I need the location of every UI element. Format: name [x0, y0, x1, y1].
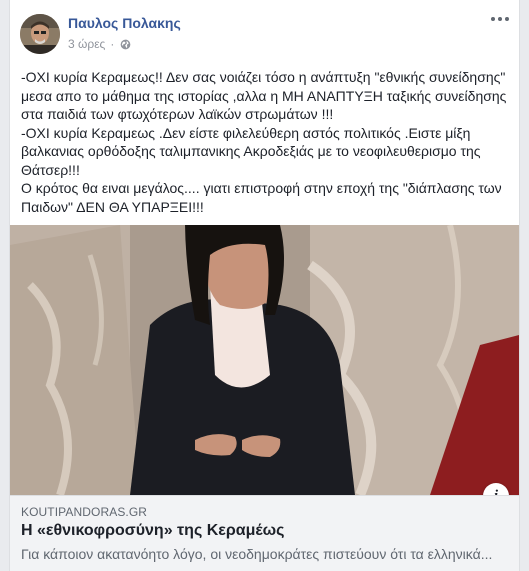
globe-icon[interactable] [120, 39, 131, 50]
post-text-line: στα παιδιά των φτωχότερων λαϊκών στρωμάτ… [21, 106, 334, 122]
link-preview[interactable]: KOUTIPANDORAS.GR Η «εθνικοφροσύνη» της Κ… [10, 495, 519, 571]
post-text-line: -ΟΧΙ κυρία Κεραμεως .Δεν είστε φιλελεύθε… [21, 124, 471, 141]
post-text-line: Θάτσερ!!! [21, 161, 80, 178]
post-text-line: μεσα απο το μάθημα της ιστορίας ,αλλα η … [21, 87, 507, 104]
link-title[interactable]: Η «εθνικοφροσύνη» της Κεραμέως [21, 522, 284, 540]
post-card: Παυλος Πολακης 3 ώρες · -ΟΧΙ κυρία Κεραμ… [9, 0, 520, 571]
post-text-line: Ο κρότος θα ειναι μεγάλος.... γιατι επισ… [21, 180, 502, 196]
post-text-line: -ΟΧΙ κυρία Κεραμεως!! Δεν σας νοιάζει τό… [21, 69, 506, 85]
link-domain: KOUTIPANDORAS.GR [21, 505, 148, 519]
author-name[interactable]: Παυλος Πολακης [68, 15, 181, 31]
post-text-line: Παιδων" ΔΕΝ ΘΑ ΥΠΑΡΞΕΙ!!! [21, 198, 204, 215]
post-text-line: βαλκανιας ορθόδοξης ταλιμπανικης Ακροδεξ… [21, 143, 481, 159]
post-meta: 3 ώρες · [68, 37, 131, 51]
post-text: -ΟΧΙ κυρία Κεραμεως!! Δεν σας νοιάζει τό… [21, 68, 517, 216]
avatar[interactable] [20, 14, 60, 54]
post-header: Παυλος Πολακης 3 ώρες · [10, 0, 519, 58]
post-timestamp[interactable]: 3 ώρες [68, 37, 105, 51]
link-description: Για κάποιον ακατανόητο λόγο, οι νεοδημοκ… [21, 546, 493, 562]
link-preview-image[interactable] [10, 225, 519, 495]
meta-separator: · [110, 37, 115, 51]
more-options-icon[interactable] [489, 12, 511, 26]
